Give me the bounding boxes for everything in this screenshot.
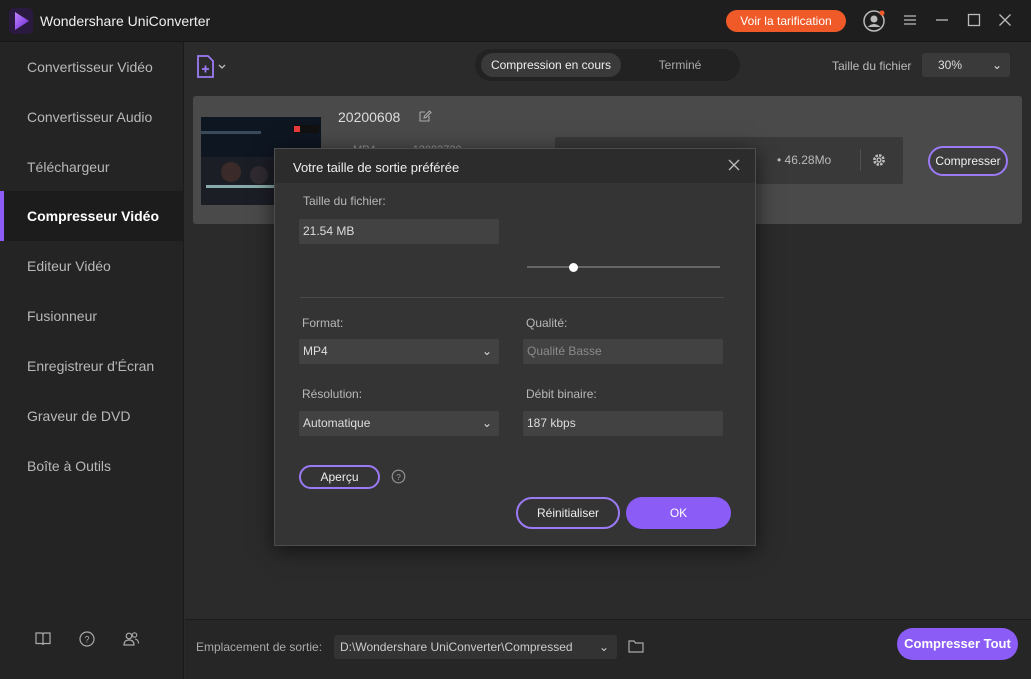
file-size-value: 30% xyxy=(938,58,963,72)
sidebar-item-fusionneur[interactable]: Fusionneur xyxy=(0,291,184,341)
dialog-title: Votre taille de sortie préférée xyxy=(293,160,460,175)
quality-field: Qualité Basse xyxy=(523,339,723,364)
file-size-slider-handle[interactable] xyxy=(568,263,578,272)
tab-compression-en-cours[interactable]: Compression en cours xyxy=(481,53,621,77)
bitrate-field[interactable]: 187 kbps xyxy=(523,411,723,436)
file-size-field[interactable]: 21.54 MB xyxy=(299,219,499,244)
reset-button[interactable]: Réinitialiser xyxy=(516,497,620,529)
quality-label: Qualité: xyxy=(526,316,568,330)
divider xyxy=(300,297,724,298)
title-bar: Wondershare UniConverter Voir la tarific… xyxy=(0,0,1031,42)
file-size-label: Taille du fichier xyxy=(832,59,912,73)
sidebar: Convertisseur Vidéo Convertisseur Audio … xyxy=(0,42,184,679)
help-icon[interactable]: ? xyxy=(391,469,406,484)
dialog-body: Taille du fichier: 21.54 MB Format: MP4 … xyxy=(275,183,755,545)
book-icon[interactable] xyxy=(34,630,52,648)
chevron-down-icon: ⌄ xyxy=(481,344,492,358)
pricing-button[interactable]: Voir la tarification xyxy=(726,10,846,32)
divider xyxy=(860,149,861,171)
resolution-label: Résolution: xyxy=(302,387,363,401)
svg-text:?: ? xyxy=(396,472,401,482)
status-tabs: Compression en cours Terminé xyxy=(475,49,740,81)
output-path-value: D:\Wondershare UniConverter\Compressed xyxy=(340,640,573,654)
edit-icon[interactable] xyxy=(418,109,432,123)
minimize-icon[interactable] xyxy=(934,12,950,28)
output-size: • 46.28Mo xyxy=(777,153,832,167)
close-icon[interactable] xyxy=(727,158,741,172)
file-name: 20200608 xyxy=(338,109,401,125)
preview-button[interactable]: Aperçu xyxy=(299,465,380,489)
format-value: MP4 xyxy=(303,344,328,358)
tab-termine[interactable]: Terminé xyxy=(625,53,735,77)
chevron-down-icon: ⌄ xyxy=(598,640,609,654)
dialog-header: Votre taille de sortie préférée xyxy=(275,149,755,183)
uniconverter-logo-icon xyxy=(9,8,33,34)
sidebar-item-compresseur-video[interactable]: Compresseur Vidéo xyxy=(0,191,184,241)
add-file-icon[interactable] xyxy=(195,54,229,80)
compress-all-button[interactable]: Compresser Tout xyxy=(897,628,1018,660)
output-size-dialog: Votre taille de sortie préférée Taille d… xyxy=(274,148,756,546)
sidebar-item-telechargeur[interactable]: Téléchargeur xyxy=(0,142,184,192)
ok-button[interactable]: OK xyxy=(626,497,731,529)
sidebar-item-graveur-dvd[interactable]: Graveur de DVD xyxy=(0,391,184,441)
chevron-down-icon: ⌄ xyxy=(481,416,492,430)
app-title: Wondershare UniConverter xyxy=(40,13,211,29)
maximize-icon[interactable] xyxy=(966,12,982,28)
user-account-icon[interactable] xyxy=(862,9,886,33)
format-label: Format: xyxy=(302,316,344,330)
people-icon[interactable] xyxy=(122,630,140,648)
bottom-bar: Emplacement de sortie: D:\Wondershare Un… xyxy=(185,619,1031,679)
svg-text:?: ? xyxy=(84,635,89,645)
sidebar-item-editeur-video[interactable]: Editeur Vidéo xyxy=(0,241,184,291)
sidebar-item-enregistreur-ecran[interactable]: Enregistreur d'Écran xyxy=(0,341,184,391)
file-size-slider-track[interactable] xyxy=(527,266,720,268)
gear-icon[interactable] xyxy=(871,152,887,168)
output-location-label: Emplacement de sortie: xyxy=(196,640,323,654)
close-window-icon[interactable] xyxy=(997,12,1013,28)
file-size-label: Taille du fichier: xyxy=(303,194,386,208)
sidebar-item-boite-outils[interactable]: Boîte à Outils xyxy=(0,441,184,491)
sidebar-item-convertisseur-audio[interactable]: Convertisseur Audio xyxy=(0,92,184,142)
toolbar: Compression en cours Terminé Taille du f… xyxy=(185,42,1031,92)
resolution-value: Automatique xyxy=(303,416,371,430)
help-icon[interactable]: ? xyxy=(78,630,96,648)
menu-icon[interactable] xyxy=(902,12,918,28)
bitrate-label: Débit binaire: xyxy=(526,387,597,401)
format-select[interactable]: MP4 ⌄ xyxy=(299,339,499,364)
output-path-select[interactable]: D:\Wondershare UniConverter\Compressed ⌄ xyxy=(334,635,617,659)
file-size-select[interactable]: 30% ⌄ xyxy=(922,53,1010,77)
chevron-down-icon: ⌄ xyxy=(991,58,1002,72)
sidebar-item-convertisseur-video[interactable]: Convertisseur Vidéo xyxy=(0,42,184,92)
compress-button[interactable]: Compresser xyxy=(928,146,1008,176)
folder-icon[interactable] xyxy=(628,639,644,653)
resolution-select[interactable]: Automatique ⌄ xyxy=(299,411,499,436)
